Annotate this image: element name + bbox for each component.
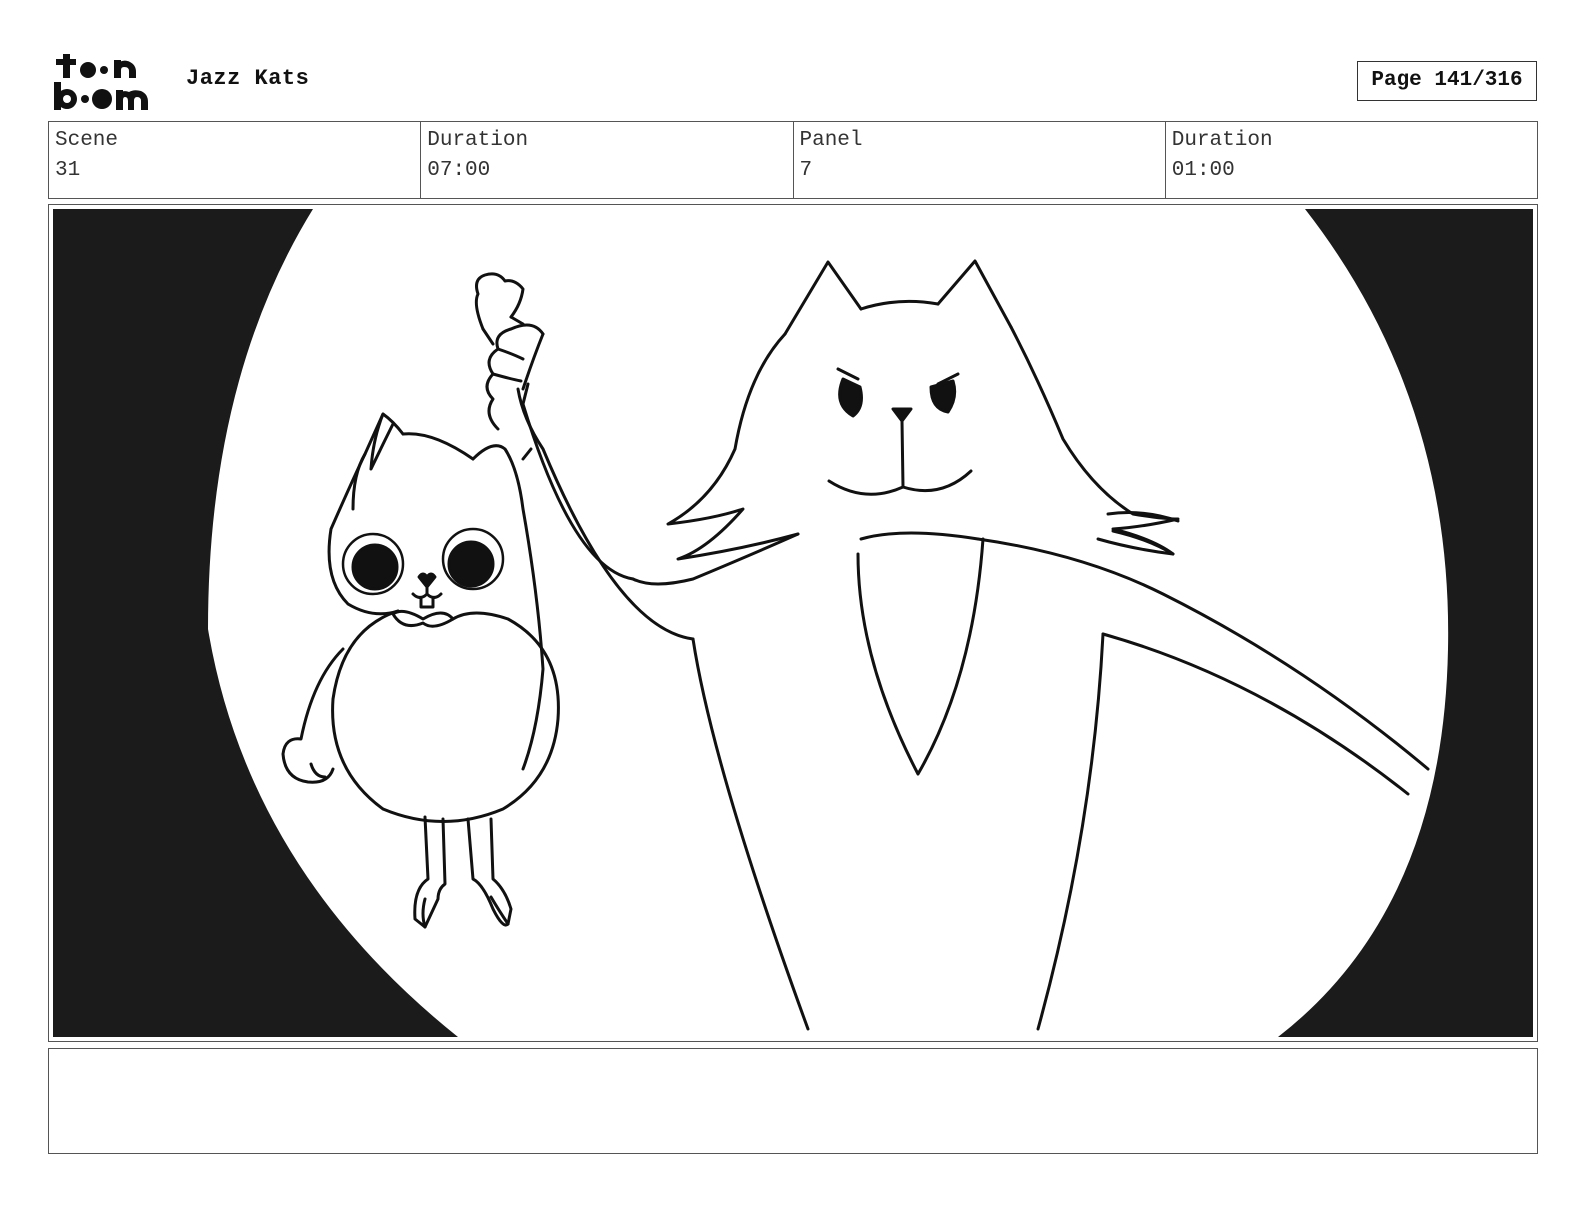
scene-value: 31	[55, 159, 81, 182]
panel-duration-cell: Duration 01:00	[1166, 122, 1537, 198]
panel-notes	[48, 1048, 1538, 1154]
panel-drawing	[53, 209, 1533, 1037]
panel-label: Panel	[799, 129, 863, 152]
toon-boom-logo	[54, 54, 148, 110]
scene-duration-cell: Duration 07:00	[421, 122, 794, 198]
scene-cell: Scene 31	[49, 122, 422, 198]
panel-cell: Panel 7	[794, 122, 1166, 198]
scene-duration-label: Duration	[427, 129, 529, 152]
scene-duration-value: 07:00	[427, 159, 491, 182]
panel-duration-label: Duration	[1171, 129, 1273, 152]
storyboard-panel	[48, 204, 1538, 1042]
page-indicator: Page 141/316	[1357, 61, 1537, 101]
panel-duration-value: 01:00	[1171, 159, 1235, 182]
scene-label: Scene	[55, 129, 119, 152]
panel-value: 7	[799, 159, 813, 182]
scene-info-table: Scene 31 Duration 07:00 Panel 7 Duration…	[48, 121, 1538, 199]
project-title: Jazz Kats	[186, 66, 310, 91]
